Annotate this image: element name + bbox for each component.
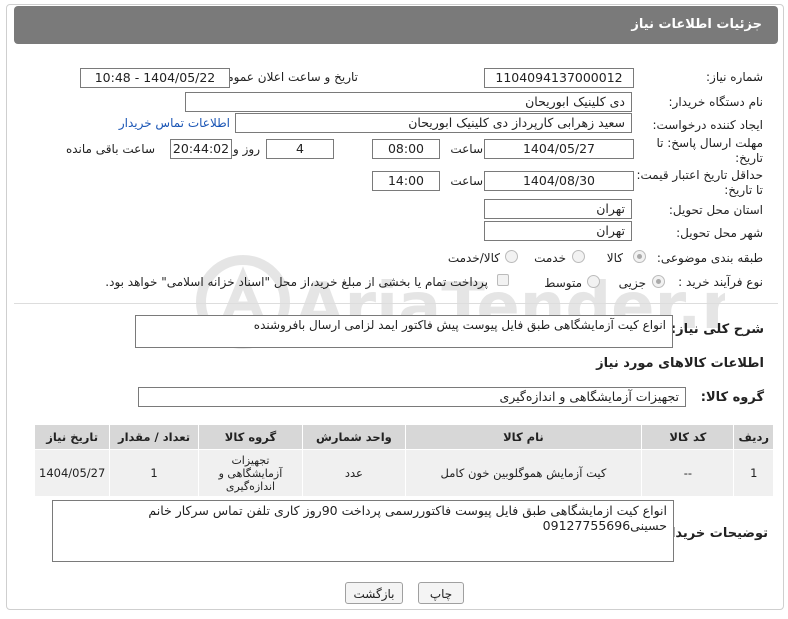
category-service-label: خدمت [534, 251, 566, 265]
table-row[interactable]: 1 -- کیت آزمایش هموگلوبین خون کامل عدد ت… [33, 449, 774, 497]
goods-table-header: ردیف کد کالا نام کالا واحد شمارش گروه کا… [33, 424, 774, 450]
buyer-org-field[interactable]: دی کلینیک ابوریحان [185, 92, 632, 112]
row-name: کیت آزمایش هموگلوبین خون کامل [404, 449, 643, 497]
buyer-contact-link[interactable]: اطلاعات تماس خریدار [119, 116, 230, 130]
category-goods-label: کالا [606, 251, 623, 265]
goods-section-title: اطلاعات کالاهای مورد نیاز [596, 356, 764, 371]
category-goods-radio[interactable] [633, 250, 646, 263]
goods-group-label: گروه کالا: [700, 390, 764, 405]
process-label: نوع فرآیند خرید : [678, 275, 763, 289]
col-group: گروه کالا [197, 424, 304, 450]
col-qty: تعداد / مقدار [109, 424, 199, 450]
print-button[interactable]: چاپ [418, 582, 464, 604]
col-code: کد کالا [641, 424, 735, 450]
category-both-radio[interactable] [505, 250, 518, 263]
validity-label: حداقل تاریخ اعتبار قیمت: تا تاریخ: [636, 168, 763, 197]
need-number-field[interactable]: 1104094137000012 [484, 68, 634, 88]
remaining-time-field[interactable]: 20:44:02 [170, 139, 232, 159]
row-date: 1404/05/27 [33, 449, 111, 497]
panel-title: جزئیات اطلاعات نیاز [631, 17, 762, 32]
need-number-label: شماره نیاز: [706, 70, 763, 84]
validity-time-label: ساعت [450, 174, 483, 188]
validity-date-field[interactable]: 1404/08/30 [484, 171, 634, 191]
buyer-notes-textarea[interactable]: انواع کیت ازمایشگاهی طبق فایل پیوست فاکت… [52, 500, 674, 562]
requester-label: ایجاد کننده درخواست: [652, 118, 763, 132]
process-medium-label: متوسط [544, 276, 582, 290]
category-label: طبقه بندی موضوعی: [656, 251, 763, 265]
process-small-label: جزیی [618, 276, 646, 290]
requester-field[interactable]: سعید زهرابی کارپرداز دی کلینیک ابوریحان [235, 113, 632, 133]
reply-deadline-label: مهلت ارسال پاسخ: تا تاریخ: [656, 136, 763, 165]
days-remaining-field[interactable]: 4 [266, 139, 334, 159]
announce-datetime-field[interactable]: 1404/05/22 - 10:48 [80, 68, 230, 88]
treasury-payment-checkbox[interactable] [497, 274, 509, 286]
col-index: ردیف [733, 424, 774, 450]
goods-table: ردیف کد کالا نام کالا واحد شمارش گروه کا… [33, 424, 774, 497]
goods-group-field[interactable]: تجهیزات آزمایشگاهی و اندازه‌گیری [138, 387, 686, 407]
col-date: تاریخ نیاز [33, 424, 111, 450]
buyer-notes-label: توضیحات خریدار: [658, 526, 768, 541]
row-qty: 1 [109, 449, 199, 497]
province-field[interactable]: تهران [484, 199, 632, 219]
row-code: -- [641, 449, 735, 497]
row-index: 1 [733, 449, 774, 497]
reply-time-label: ساعت [450, 142, 483, 156]
process-medium-radio[interactable] [587, 275, 600, 288]
city-label: شهر محل تحویل: [676, 226, 763, 240]
days-label: روز و [233, 142, 260, 156]
reply-date-field[interactable]: 1404/05/27 [484, 139, 634, 159]
col-unit: واحد شمارش [302, 424, 406, 450]
description-label: شرح کلی نیاز: [670, 322, 764, 337]
description-textarea[interactable]: انواع کیت آزمایشگاهی طبق فایل پیوست پیش … [135, 315, 673, 348]
province-label: استان محل تحویل: [668, 203, 763, 217]
col-name: نام کالا [404, 424, 643, 450]
back-button[interactable]: بازگشت [345, 582, 403, 604]
remaining-time-label: ساعت باقی مانده [65, 142, 155, 156]
row-group: تجهیزات آزمایشگاهی و اندازه‌گیری [197, 449, 304, 497]
row-unit: عدد [302, 449, 406, 497]
announce-label: تاریخ و ساعت اعلان عمومی: [213, 70, 358, 84]
treasury-payment-note: پرداخت تمام یا بخشی از مبلغ خرید،از محل … [105, 275, 488, 289]
buyer-org-label: نام دستگاه خریدار: [668, 95, 764, 109]
process-small-radio[interactable] [652, 275, 665, 288]
panel-header: جزئیات اطلاعات نیاز [14, 6, 778, 44]
reply-time-field[interactable]: 08:00 [372, 139, 440, 159]
category-both-label: کالا/خدمت [447, 251, 500, 265]
validity-time-field[interactable]: 14:00 [372, 171, 440, 191]
city-field[interactable]: تهران [484, 221, 632, 241]
category-service-radio[interactable] [572, 250, 585, 263]
